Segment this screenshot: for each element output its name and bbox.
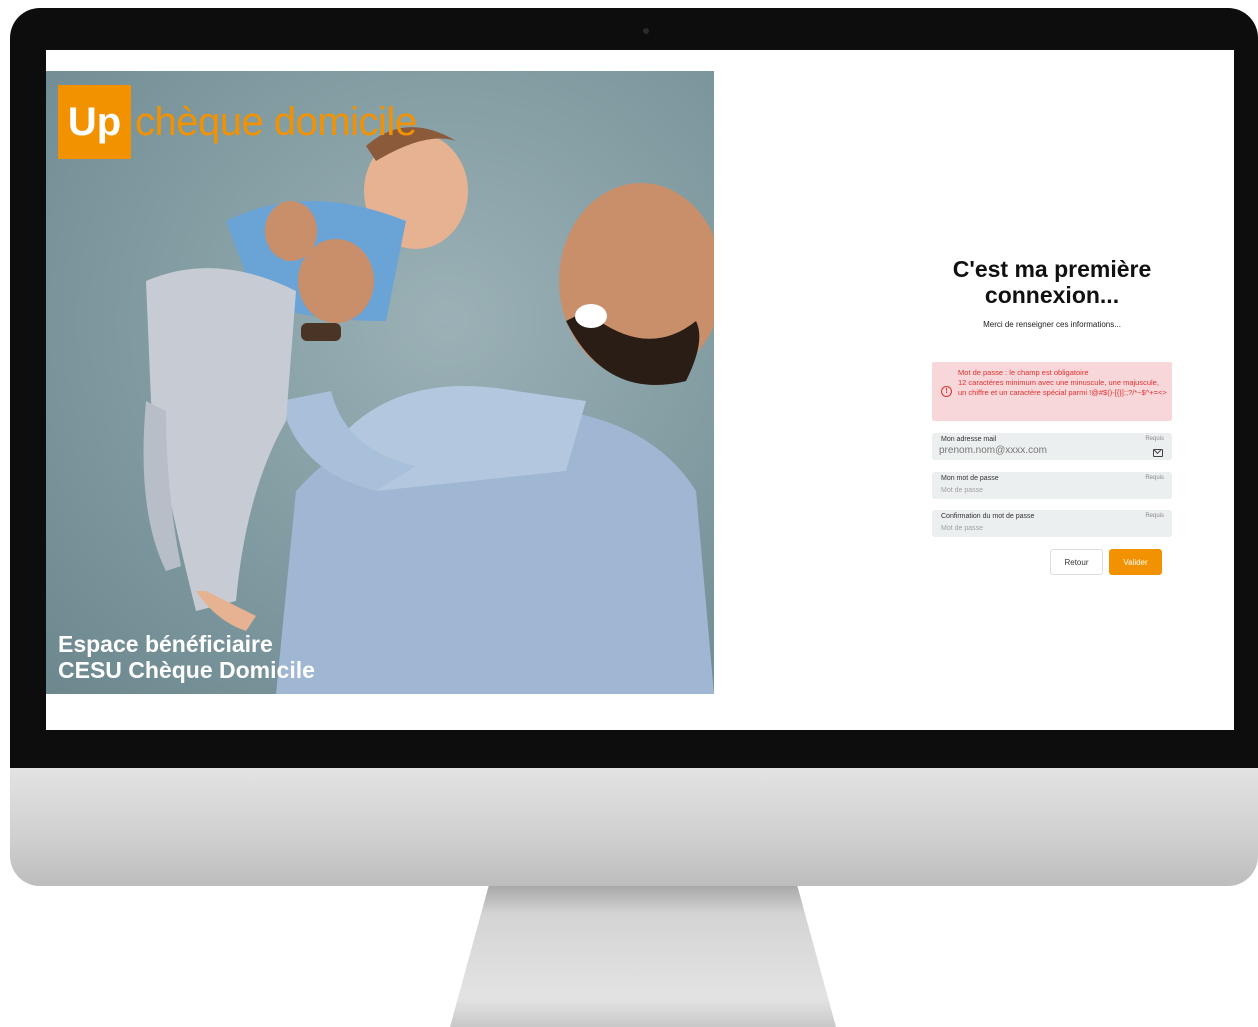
page-subtitle: Merci de renseigner ces informations... [983,320,1121,329]
email-required: Requis [1145,436,1164,442]
page-title-line1: C'est ma première [952,256,1152,282]
error-line-rules: 12 caractères minimum avec une minuscule… [958,378,1167,397]
hero-caption-line1: Espace bénéficiaire [58,631,273,657]
back-button[interactable]: Retour [1050,549,1103,575]
hero-image: Up chèque domicile Espace bénéficiaire C… [46,71,714,694]
first-login-form: C'est ma première connexion... Merci de … [932,50,1172,730]
email-field[interactable]: Mon adresse mail Requis prenom.nom@xxxx.… [932,433,1172,460]
confirm-password-label: Confirmation du mot de passe [941,513,1035,520]
error-line-required: Mot de passe : le champ est obligatoire [958,368,1089,377]
page-title-line2: connexion... [984,282,1120,308]
confirm-password-required: Requis [1145,513,1164,519]
password-required: Requis [1145,475,1164,481]
screen: Up chèque domicile Espace bénéficiaire C… [46,50,1234,730]
confirm-password-input[interactable]: Mot de passe [941,525,983,532]
password-label: Mon mot de passe [941,475,999,482]
error-alert-text: Mot de passe : le champ est obligatoire … [958,368,1168,398]
password-input[interactable]: Mot de passe [941,487,983,494]
submit-button[interactable]: Valider [1109,549,1162,575]
hero-caption-line2: CESU Chèque Domicile [58,657,315,683]
alert-circle-icon: ! [941,386,952,397]
brand-logo: Up chèque domicile [58,85,417,159]
confirm-password-field[interactable]: Confirmation du mot de passe Requis Mot … [932,510,1172,537]
hero-caption: Espace bénéficiaire CESU Chèque Domicile [58,631,315,683]
monitor-stand [450,886,836,1027]
page-title: C'est ma première connexion... [932,256,1172,308]
password-field[interactable]: Mon mot de passe Requis Mot de passe [932,472,1172,499]
email-input[interactable]: prenom.nom@xxxx.com [939,445,1047,456]
email-label: Mon adresse mail [941,436,997,443]
error-alert: ! Mot de passe : le champ est obligatoir… [932,362,1172,421]
logo-wordmark: chèque domicile [135,99,417,144]
camera-dot [643,28,649,34]
monitor-chin [10,768,1258,886]
hero-photo [143,127,714,694]
mail-icon [1153,449,1163,457]
logo-up-mark: Up [58,85,131,159]
